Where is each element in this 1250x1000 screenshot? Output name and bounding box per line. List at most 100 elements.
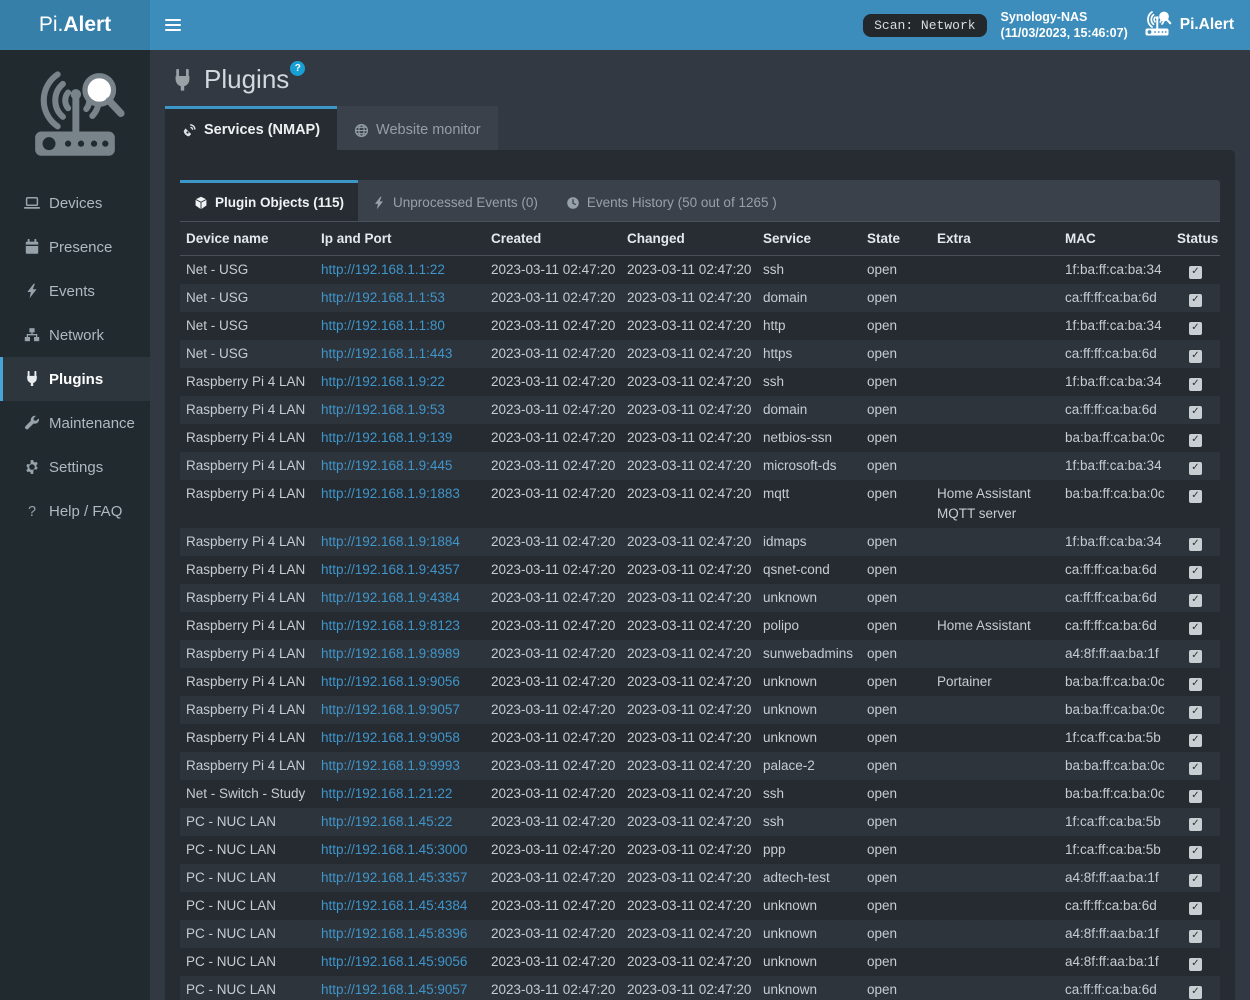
ip-port-link[interactable]: http://192.168.1.9:1884 [321,534,460,549]
changed-cell: 2023-03-11 02:47:20 [621,808,757,836]
sidebar-item-maintenance[interactable]: Maintenance [0,401,150,445]
ip-port-link[interactable]: http://192.168.1.9:4384 [321,590,460,605]
created-cell: 2023-03-11 02:47:20 [485,920,621,948]
mac-cell: a4:8f:ff:aa:ba:1f [1059,920,1171,948]
tab-events-history-50-out-of-1265[interactable]: Events History (50 out of 1265 ) [552,180,791,221]
help-badge[interactable]: ? [290,61,305,76]
status-checkbox[interactable] [1189,594,1202,607]
changed-cell: 2023-03-11 02:47:20 [621,976,757,1000]
status-checkbox[interactable] [1189,818,1202,831]
status-checkbox[interactable] [1189,406,1202,419]
ip-port-link[interactable]: http://192.168.1.45:3000 [321,842,467,857]
status-checkbox[interactable] [1189,350,1202,363]
status-checkbox[interactable] [1189,266,1202,279]
device-name-cell: Raspberry Pi 4 LAN [180,696,315,724]
ip-port-link[interactable]: http://192.168.1.9:8989 [321,646,460,661]
ip-port-link[interactable]: http://192.168.1.45:9057 [321,982,467,997]
plugin-objects-table: Device nameIp and PortCreatedChangedServ… [180,221,1220,1000]
sidebar-item-events[interactable]: Events [0,269,150,313]
service-cell: ssh [757,368,861,396]
tab-unprocessed-events-0[interactable]: Unprocessed Events (0) [358,180,552,221]
device-name-cell: Net - USG [180,284,315,312]
status-checkbox[interactable] [1189,538,1202,551]
tab-plugin-objects-115[interactable]: Plugin Objects (115) [180,180,358,221]
status-checkbox[interactable] [1189,490,1202,503]
ip-port-link[interactable]: http://192.168.1.1:80 [321,318,445,333]
service-cell: ppp [757,836,861,864]
status-checkbox[interactable] [1189,986,1202,999]
app-logo[interactable]: Pi.Alert [0,0,150,50]
ip-port-cell: http://192.168.1.9:9056 [315,668,485,696]
ip-port-link[interactable]: http://192.168.1.9:9057 [321,702,460,717]
ip-port-link[interactable]: http://192.168.1.9:9056 [321,674,460,689]
ip-port-link[interactable]: http://192.168.1.45:3357 [321,870,467,885]
ip-port-link[interactable]: http://192.168.1.9:445 [321,458,452,473]
status-checkbox[interactable] [1189,294,1202,307]
status-checkbox[interactable] [1189,650,1202,663]
status-checkbox[interactable] [1189,902,1202,915]
state-cell: open [861,368,931,396]
column-header-mac[interactable]: MAC [1059,222,1171,256]
column-header-ip-and-port[interactable]: Ip and Port [315,222,485,256]
brand-text: Pi.Alert [1180,16,1234,34]
extra-cell [931,452,1059,480]
created-cell: 2023-03-11 02:47:20 [485,724,621,752]
column-header-status[interactable]: Status [1171,222,1220,256]
ip-port-link[interactable]: http://192.168.1.45:4384 [321,898,467,913]
ip-port-link[interactable]: http://192.168.1.9:8123 [321,618,460,633]
status-checkbox[interactable] [1189,734,1202,747]
ip-port-link[interactable]: http://192.168.1.1:443 [321,346,452,361]
sidebar-item-settings[interactable]: Settings [0,445,150,489]
mac-cell: ca:ff:ff:ca:ba:6d [1059,976,1171,1000]
ip-port-link[interactable]: http://192.168.1.9:22 [321,374,445,389]
column-header-created[interactable]: Created [485,222,621,256]
status-checkbox[interactable] [1189,762,1202,775]
ip-port-link[interactable]: http://192.168.1.9:9058 [321,730,460,745]
column-header-changed[interactable]: Changed [621,222,757,256]
status-checkbox[interactable] [1189,846,1202,859]
sidebar-item-network[interactable]: Network [0,313,150,357]
status-checkbox[interactable] [1189,462,1202,475]
status-checkbox[interactable] [1189,874,1202,887]
column-header-device-name[interactable]: Device name [180,222,315,256]
sidebar: Devices Presence EventsNetworkPluginsMaint… [0,50,150,1000]
created-cell: 2023-03-11 02:47:20 [485,808,621,836]
sidebar-item-devices[interactable]: Devices [0,181,150,225]
status-checkbox[interactable] [1189,958,1202,971]
column-header-service[interactable]: Service [757,222,861,256]
table-row: PC - NUC LANhttp://192.168.1.45:90562023… [180,948,1220,976]
ip-port-link[interactable]: http://192.168.1.9:9993 [321,758,460,773]
calendar-icon [24,239,40,255]
sidebar-item-plugins[interactable]: Plugins [0,357,150,401]
ip-port-link[interactable]: http://192.168.1.9:1883 [321,486,460,501]
status-checkbox[interactable] [1189,622,1202,635]
status-checkbox[interactable] [1189,790,1202,803]
ip-port-link[interactable]: http://192.168.1.9:139 [321,430,452,445]
sidebar-toggle-button[interactable] [150,0,196,50]
status-checkbox[interactable] [1189,322,1202,335]
sidebar-item-label: Presence [49,239,112,256]
ip-port-link[interactable]: http://192.168.1.21:22 [321,786,452,801]
tab-services-nmap[interactable]: Services (NMAP) [165,106,337,150]
ip-port-link[interactable]: http://192.168.1.9:4357 [321,562,460,577]
sidebar-item-presence[interactable]: Presence [0,225,150,269]
tab-website-monitor[interactable]: Website monitor [337,106,498,150]
status-checkbox[interactable] [1189,930,1202,943]
status-checkbox[interactable] [1189,706,1202,719]
state-cell: open [861,836,931,864]
column-header-extra[interactable]: Extra [931,222,1059,256]
sidebar-item-help-faq[interactable]: ?Help / FAQ [0,489,150,533]
column-header-state[interactable]: State [861,222,931,256]
status-checkbox[interactable] [1189,566,1202,579]
status-checkbox[interactable] [1189,434,1202,447]
ip-port-link[interactable]: http://192.168.1.1:53 [321,290,445,305]
ip-port-link[interactable]: http://192.168.1.9:53 [321,402,445,417]
ip-port-link[interactable]: http://192.168.1.1:22 [321,262,445,277]
mac-cell: ca:ff:ff:ca:ba:6d [1059,612,1171,640]
status-checkbox[interactable] [1189,378,1202,391]
device-name-cell: PC - NUC LAN [180,892,315,920]
status-checkbox[interactable] [1189,678,1202,691]
ip-port-link[interactable]: http://192.168.1.45:9056 [321,954,467,969]
ip-port-link[interactable]: http://192.168.1.45:8396 [321,926,467,941]
ip-port-link[interactable]: http://192.168.1.45:22 [321,814,452,829]
